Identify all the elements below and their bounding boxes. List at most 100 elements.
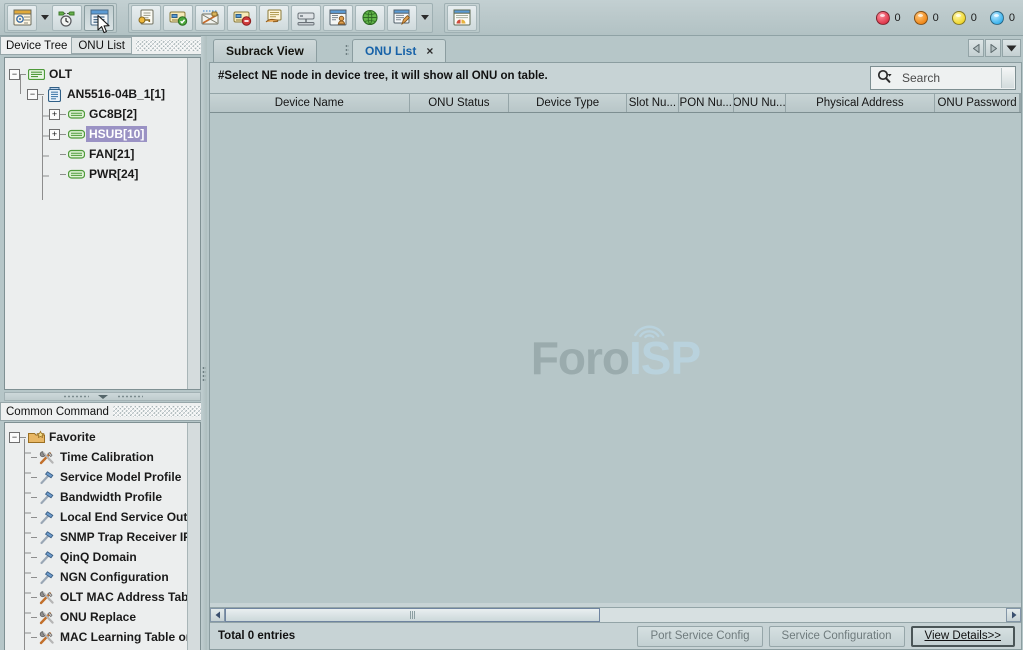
search-icon xyxy=(877,69,894,87)
common-command-item-bandwidth-profile[interactable]: Bandwidth Profile xyxy=(5,487,187,507)
common-command-item-olt-mac-address-table[interactable]: OLT MAC Address Table xyxy=(5,587,187,607)
common-command-item-label: QinQ Domain xyxy=(57,549,140,565)
statistics-button[interactable] xyxy=(447,5,477,31)
column-header-onu-password[interactable]: ONU Password xyxy=(935,94,1020,112)
device-tree-panel: − OLT − xyxy=(4,57,201,390)
scroll-left-button[interactable] xyxy=(210,608,225,622)
left-panel: Device Tree ONU List − OL xyxy=(0,36,207,650)
hint-row: #Select NE node in device tree, it will … xyxy=(210,63,1021,93)
close-icon[interactable]: × xyxy=(426,44,433,58)
tab-subrack-view[interactable]: Subrack View xyxy=(213,39,317,62)
column-header-device-type[interactable]: Device Type xyxy=(509,94,627,112)
onu-list-button[interactable] xyxy=(84,5,114,31)
common-command-item-ngn-configuration[interactable]: NGN Configuration xyxy=(5,567,187,587)
topology-view-dropdown-arrow[interactable] xyxy=(38,5,51,31)
search-placeholder: Search xyxy=(902,71,940,85)
tab-scroll-left-button[interactable] xyxy=(968,39,984,57)
common-command-root[interactable]: − Favorite xyxy=(5,427,187,447)
tab-list-dropdown-button[interactable] xyxy=(1002,39,1021,57)
tools-icon xyxy=(37,630,57,645)
search-dropdown-nub[interactable] xyxy=(1001,68,1014,88)
device-tree-vertical-scrollbar[interactable] xyxy=(187,58,200,389)
common-command-item-time-calibration[interactable]: Time Calibration xyxy=(5,447,187,467)
common-command-item-snmp-trap-receiver-ip[interactable]: SNMP Trap Receiver IP xyxy=(5,527,187,547)
search-input[interactable]: Search xyxy=(870,66,1016,90)
column-header-device-name[interactable]: Device Name xyxy=(210,94,410,112)
table-body: ForoISP xyxy=(210,113,1021,603)
tree-toggle-plus-icon[interactable]: + xyxy=(49,109,60,120)
column-header-physical-address[interactable]: Physical Address xyxy=(786,94,936,112)
tree-node-label-selected: HSUB[10] xyxy=(86,126,147,142)
device-tree-onu-list-tab[interactable]: ONU List xyxy=(71,37,132,54)
device-rack-button[interactable] xyxy=(291,5,321,31)
service-deliver-button[interactable] xyxy=(259,5,289,31)
main-toolbar: 0 0 0 0 xyxy=(0,0,1023,36)
view-details-label: View Details>> xyxy=(925,630,1002,642)
report-view-dropdown-arrow[interactable] xyxy=(418,5,431,31)
column-header-onu-status[interactable]: ONU Status xyxy=(410,94,510,112)
tree-node-label: PWR[24] xyxy=(86,166,141,182)
card-icon xyxy=(66,167,86,182)
application-window: 0 0 0 0 Device Tree ONU List xyxy=(0,0,1023,650)
tab-onu-list[interactable]: ONU List × xyxy=(352,39,446,62)
common-command-vertical-scrollbar[interactable] xyxy=(187,423,200,650)
tree-toggle-minus-icon[interactable]: − xyxy=(9,432,20,443)
critical-alarm-count: 0 xyxy=(895,12,901,24)
link-config-button[interactable] xyxy=(195,5,225,31)
common-command-item-service-model-profile[interactable]: Service Model Profile xyxy=(5,467,187,487)
authorize-button[interactable] xyxy=(131,5,161,31)
port-service-config-button[interactable]: Port Service Config xyxy=(637,626,762,647)
alarm-indicators: 0 0 0 0 xyxy=(863,0,1016,36)
common-command-item-mac-learning-table[interactable]: MAC Learning Table on P xyxy=(5,627,187,647)
service-configuration-button[interactable]: Service Configuration xyxy=(769,626,905,647)
scrollbar-thumb[interactable] xyxy=(225,608,600,622)
tree-toggle-minus-icon[interactable]: − xyxy=(9,69,20,80)
column-header-pon-number[interactable]: PON Nu... xyxy=(679,94,734,112)
warning-alarm[interactable]: 0 xyxy=(990,11,1015,25)
scrollbar-track[interactable] xyxy=(225,608,1006,622)
tree-node-fan[interactable]: FAN[21] xyxy=(5,144,187,164)
minor-alarm[interactable]: 0 xyxy=(952,11,977,25)
column-header-slot-number[interactable]: Slot Nu... xyxy=(627,94,679,112)
major-alarm-lamp-icon xyxy=(914,11,928,25)
total-entries-label: Total 0 entries xyxy=(218,630,295,642)
tree-node-gc8b[interactable]: + GC8B[2] xyxy=(5,104,187,124)
column-header-onu-number[interactable]: ONU Nu... xyxy=(734,94,786,112)
tree-node-olt[interactable]: − OLT xyxy=(5,64,187,84)
device-tree-title: Device Tree xyxy=(6,40,67,52)
hint-text: #Select NE node in device tree, it will … xyxy=(218,70,548,82)
common-command-item-label: SNMP Trap Receiver IP xyxy=(57,529,194,545)
left-panel-splitter[interactable] xyxy=(4,392,201,401)
time-scheduler-button[interactable] xyxy=(52,5,82,31)
tree-node-hsub[interactable]: + HSUB[10] xyxy=(5,124,187,144)
view-details-button[interactable]: View Details>> xyxy=(911,626,1016,647)
common-command-item-onu-replace[interactable]: ONU Replace xyxy=(5,607,187,627)
topology-view-button[interactable] xyxy=(7,5,37,31)
common-command-item-qinq-domain[interactable]: QinQ Domain xyxy=(5,547,187,567)
card-online-button[interactable] xyxy=(163,5,193,31)
tree-node-an5516[interactable]: − AN5516-04B_1[1] xyxy=(5,84,187,104)
common-command-item-label: Time Calibration xyxy=(57,449,157,465)
device-tree-title-grip xyxy=(136,40,202,51)
critical-alarm[interactable]: 0 xyxy=(876,11,901,25)
splitter-collapse-icon[interactable] xyxy=(98,395,108,399)
card-icon xyxy=(66,107,86,122)
common-command-item-local-end-service-outter[interactable]: Local End Service Outter xyxy=(5,507,187,527)
common-command-panel: − Favorite xyxy=(4,422,201,650)
vertical-splitter-grip xyxy=(202,366,206,382)
scroll-right-button[interactable] xyxy=(1006,608,1021,622)
tree-toggle-minus-icon[interactable]: − xyxy=(27,89,38,100)
major-alarm[interactable]: 0 xyxy=(914,11,939,25)
global-network-button[interactable] xyxy=(355,5,385,31)
server-user-button[interactable] xyxy=(323,5,353,31)
onu-list-panel: #Select NE node in device tree, it will … xyxy=(209,62,1022,650)
common-command-item-label: MAC Learning Table on P xyxy=(57,629,201,645)
device-tree-nodes: − OLT − xyxy=(5,58,187,389)
card-offline-button[interactable] xyxy=(227,5,257,31)
report-view-button[interactable] xyxy=(387,5,417,31)
tab-scroll-right-button[interactable] xyxy=(985,39,1001,57)
table-horizontal-scrollbar[interactable] xyxy=(210,607,1021,623)
hammer-icon xyxy=(37,570,57,585)
tree-toggle-plus-icon[interactable]: + xyxy=(49,129,60,140)
tree-node-pwr[interactable]: PWR[24] xyxy=(5,164,187,184)
